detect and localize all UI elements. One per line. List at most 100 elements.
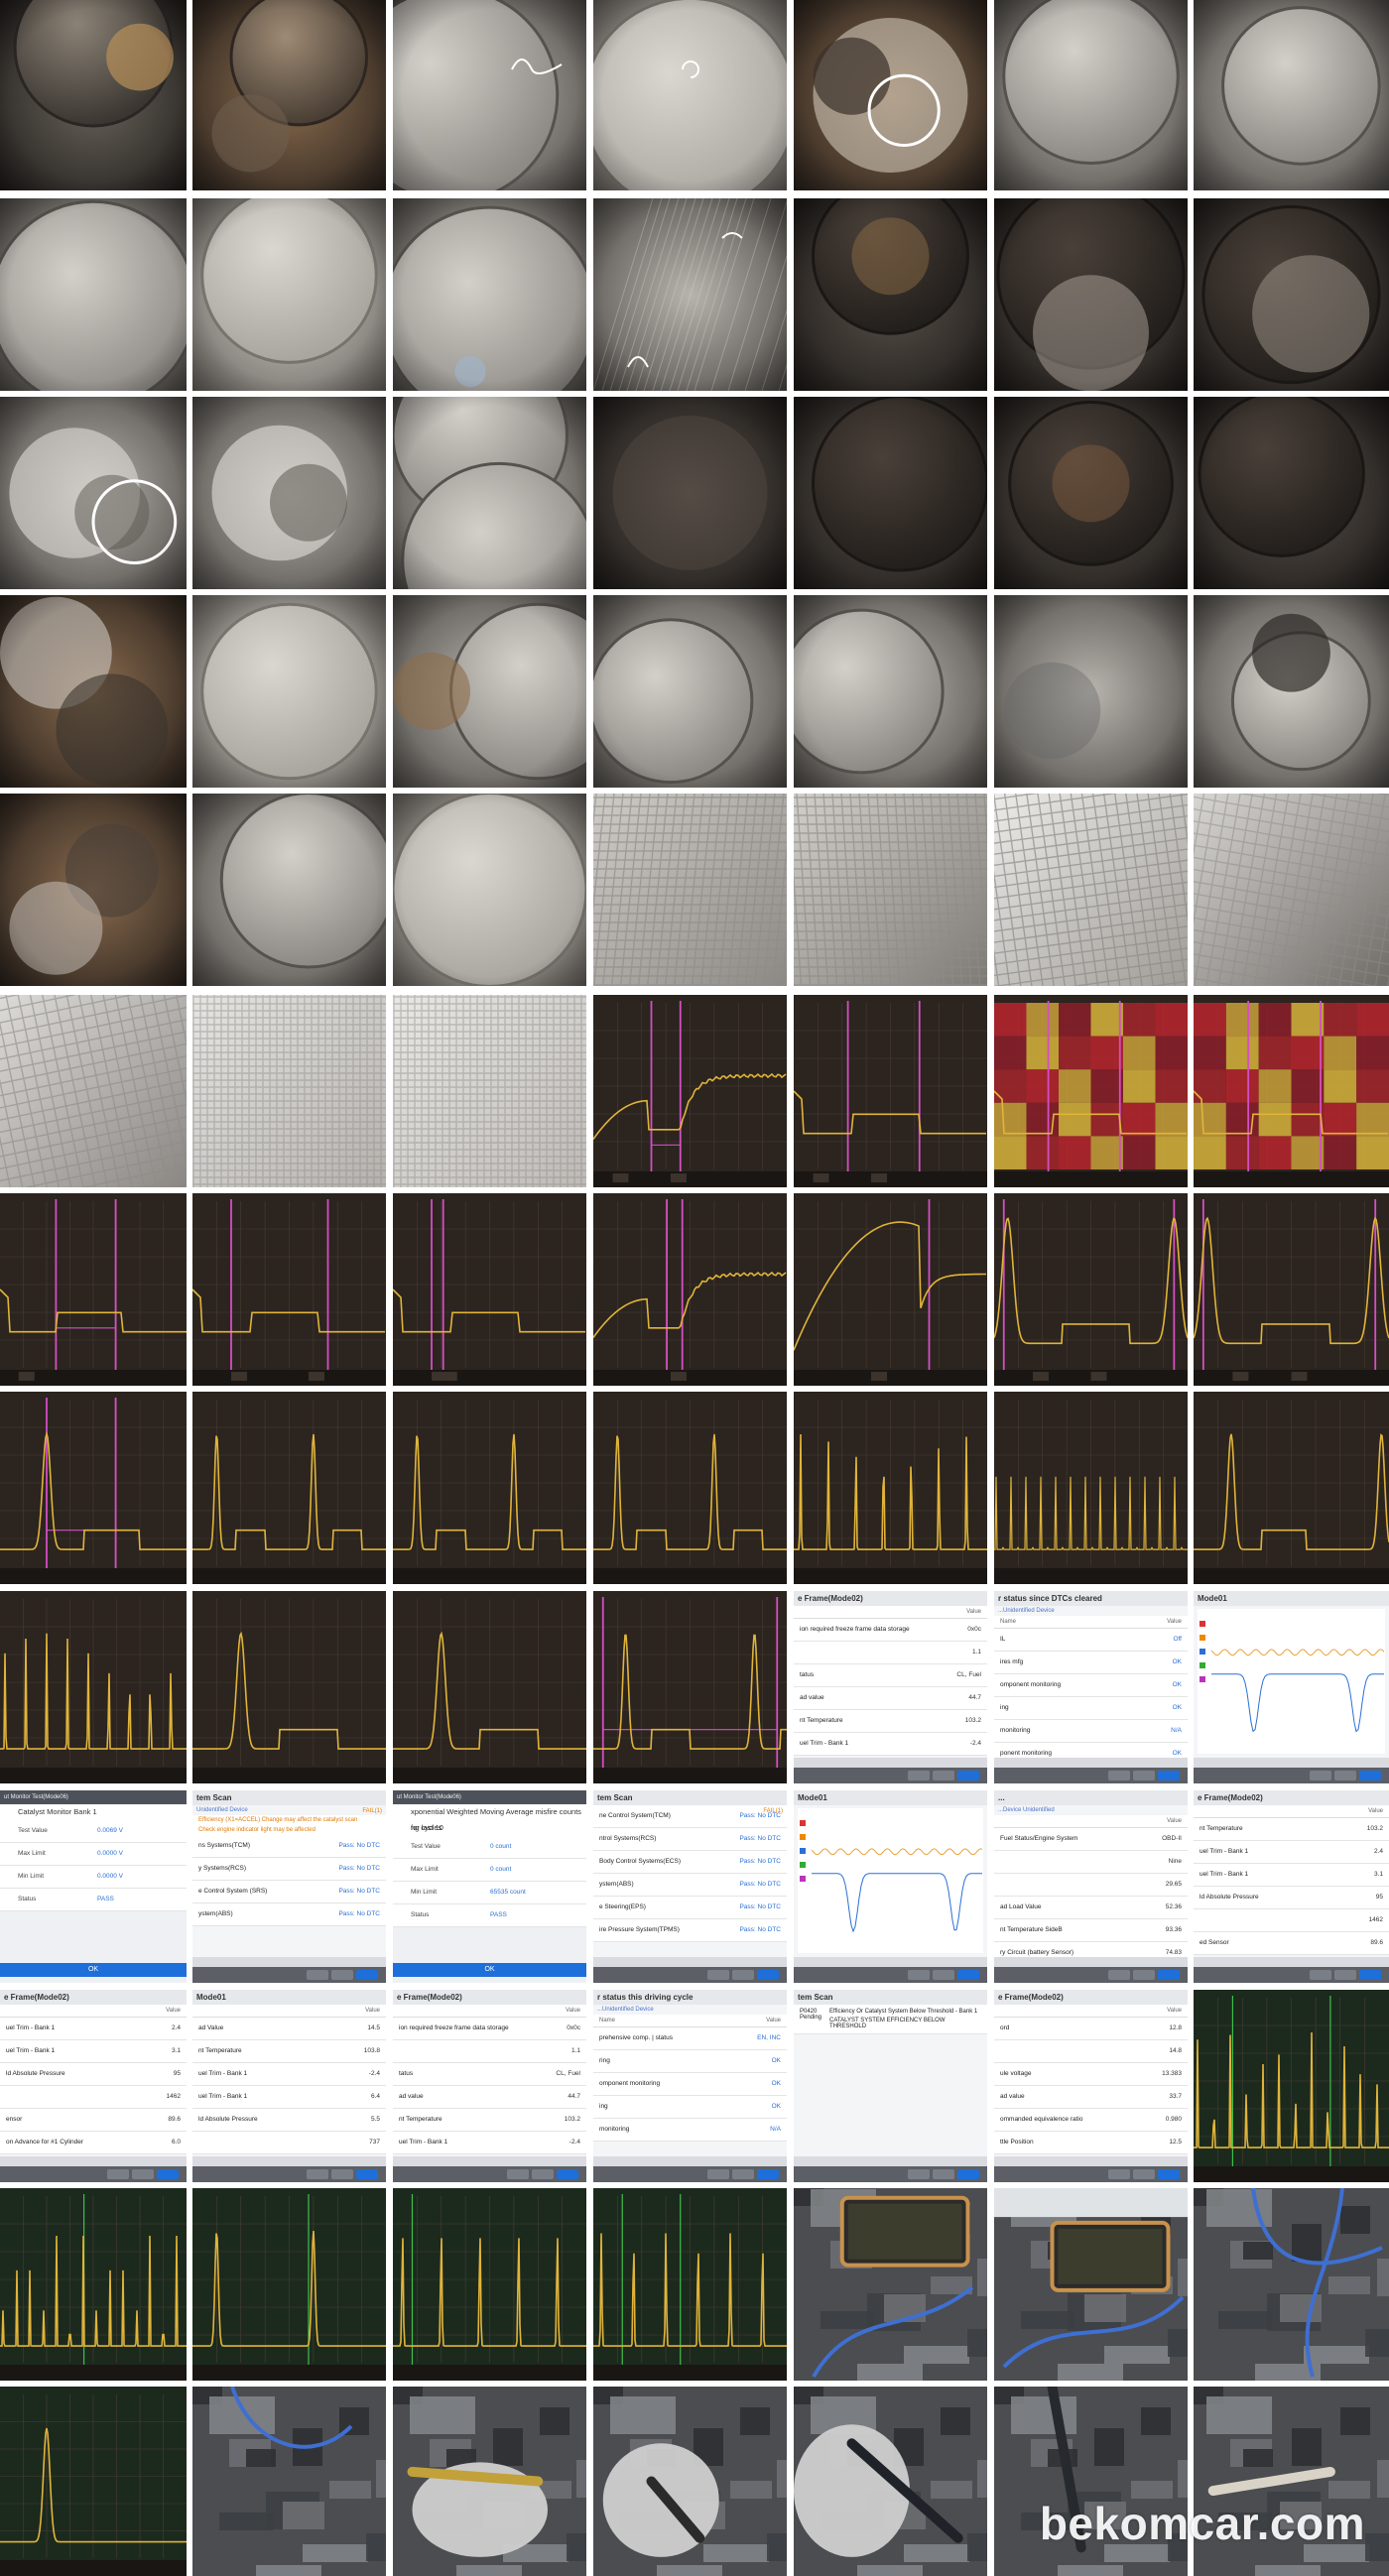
confirm-button[interactable] bbox=[757, 2169, 779, 2179]
table-row[interactable]: ing OK bbox=[994, 1697, 1188, 1720]
table-row[interactable]: ensor 89.6 bbox=[0, 2109, 187, 2132]
table-row[interactable]: 737 bbox=[192, 2132, 386, 2154]
table-row[interactable]: uel Trim - Bank 1 -2.4 bbox=[794, 1733, 987, 1756]
android-nav-bar[interactable] bbox=[794, 1957, 987, 1967]
table-row[interactable]: ing OK bbox=[593, 2096, 787, 2119]
table-row[interactable]: e Control System (SRS) Pass: No DTC bbox=[192, 1881, 386, 1903]
table-row[interactable]: ad value 44.7 bbox=[794, 1687, 987, 1710]
table-row[interactable]: ires mfg OK bbox=[994, 1652, 1188, 1674]
table-row[interactable]: ed Sensor 89.6 bbox=[1194, 1932, 1389, 1955]
table-row[interactable]: ion required freeze frame data storage 0x… bbox=[393, 2018, 586, 2040]
toolbar-button[interactable] bbox=[908, 2169, 930, 2179]
table-row[interactable]: ad Load Value 52.36 bbox=[994, 1897, 1188, 1919]
confirm-button[interactable] bbox=[356, 1970, 378, 1980]
ok-button[interactable]: OK bbox=[0, 1963, 187, 1977]
toolbar-button[interactable] bbox=[331, 2169, 353, 2179]
table-row[interactable]: ld Absolute Pressure 95 bbox=[1194, 1887, 1389, 1909]
confirm-button[interactable] bbox=[1158, 1970, 1180, 1980]
android-nav-bar[interactable] bbox=[794, 1758, 987, 1768]
toolbar-button[interactable] bbox=[331, 1970, 353, 1980]
table-row[interactable]: 1462 bbox=[0, 2086, 187, 2109]
table-row[interactable]: omponent monitoring OK bbox=[994, 1674, 1188, 1697]
confirm-button[interactable] bbox=[356, 2169, 378, 2179]
confirm-button[interactable] bbox=[1359, 1970, 1381, 1980]
toolbar-button[interactable] bbox=[1133, 2169, 1155, 2179]
confirm-button[interactable] bbox=[157, 2169, 179, 2179]
toolbar-button[interactable] bbox=[1334, 1970, 1356, 1980]
table-row[interactable]: 1462 bbox=[1194, 1909, 1389, 1932]
toolbar-button[interactable] bbox=[1334, 1771, 1356, 1780]
table-row[interactable]: uel Trim - Bank 1 6.4 bbox=[192, 2086, 386, 2109]
table-row[interactable]: ne Control System(TCM) Pass: No DTC bbox=[593, 1805, 787, 1828]
android-nav-bar[interactable] bbox=[1194, 1957, 1389, 1967]
table-row[interactable]: ad value 33.7 bbox=[994, 2086, 1188, 2109]
toolbar-button[interactable] bbox=[307, 1970, 328, 1980]
table-row[interactable]: Nine bbox=[994, 1851, 1188, 1874]
table-row[interactable]: monitoring N/A bbox=[593, 2119, 787, 2142]
toolbar-button[interactable] bbox=[307, 2169, 328, 2179]
confirm-button[interactable] bbox=[1359, 1771, 1381, 1780]
table-row[interactable]: on Advance for #1 Cylinder 6.0 bbox=[0, 2132, 187, 2154]
android-nav-bar[interactable] bbox=[593, 1957, 787, 1967]
table-row[interactable]: ns Systems(TCM) Pass: No DTC bbox=[192, 1835, 386, 1858]
table-row[interactable]: ld Absolute Pressure 95 bbox=[0, 2063, 187, 2086]
toolbar-button[interactable] bbox=[707, 1970, 729, 1980]
confirm-button[interactable] bbox=[757, 1970, 779, 1980]
toolbar-button[interactable] bbox=[1133, 1970, 1155, 1980]
toolbar-button[interactable] bbox=[933, 1970, 954, 1980]
toolbar-button[interactable] bbox=[908, 1970, 930, 1980]
toolbar-button[interactable] bbox=[707, 2169, 729, 2179]
table-row[interactable]: nt Temperature SideB 93.36 bbox=[994, 1919, 1188, 1942]
toolbar-button[interactable] bbox=[933, 1771, 954, 1780]
toolbar-button[interactable] bbox=[1133, 1771, 1155, 1780]
table-row[interactable]: uel Trim - Bank 1 2.4 bbox=[1194, 1841, 1389, 1864]
table-row[interactable]: uel Trim - Bank 1 -2.4 bbox=[192, 2063, 386, 2086]
table-row[interactable]: ttle Position 12.5 bbox=[994, 2132, 1188, 2154]
confirm-button[interactable] bbox=[1158, 1771, 1180, 1780]
table-row[interactable]: nt Temperature 103.2 bbox=[1194, 1818, 1389, 1841]
table-row[interactable]: 1.1 bbox=[794, 1642, 987, 1664]
table-row[interactable]: ommanded equivalence ratio 0.980 bbox=[994, 2109, 1188, 2132]
confirm-button[interactable] bbox=[957, 1771, 979, 1780]
toolbar-button[interactable] bbox=[1310, 1970, 1331, 1980]
table-row[interactable]: ord 12.8 bbox=[994, 2018, 1188, 2040]
toolbar-button[interactable] bbox=[732, 1970, 754, 1980]
android-nav-bar[interactable] bbox=[994, 1957, 1188, 1967]
table-row[interactable]: 14.8 bbox=[994, 2040, 1188, 2063]
table-row[interactable]: uel Trim - Bank 1 3.1 bbox=[1194, 1864, 1389, 1887]
ok-button[interactable]: OK bbox=[393, 1963, 586, 1977]
table-row[interactable]: ring OK bbox=[593, 2050, 787, 2073]
android-nav-bar[interactable] bbox=[593, 2156, 787, 2166]
toolbar-button[interactable] bbox=[908, 1771, 930, 1780]
table-row[interactable]: e Steering(EPS) Pass: No DTC bbox=[593, 1897, 787, 1919]
dtc-row[interactable]: P0420 Pending Efficiency Or Catalyst Syste… bbox=[794, 2005, 987, 2034]
toolbar-button[interactable] bbox=[933, 2169, 954, 2179]
table-row[interactable]: monitoring N/A bbox=[994, 1720, 1188, 1743]
table-row[interactable]: tatus CL, Fuel bbox=[794, 1664, 987, 1687]
table-row[interactable]: IL Off bbox=[994, 1629, 1188, 1652]
android-nav-bar[interactable] bbox=[192, 2156, 386, 2166]
toolbar-button[interactable] bbox=[732, 2169, 754, 2179]
android-nav-bar[interactable] bbox=[192, 1957, 386, 1967]
table-row[interactable]: uel Trim - Bank 1 -2.4 bbox=[393, 2132, 586, 2154]
android-nav-bar[interactable] bbox=[794, 2156, 987, 2166]
table-row[interactable]: ld Absolute Pressure 5.5 bbox=[192, 2109, 386, 2132]
toolbar-button[interactable] bbox=[532, 2169, 554, 2179]
table-row[interactable]: uel Trim - Bank 1 2.4 bbox=[0, 2018, 187, 2040]
table-row[interactable]: ystem(ABS) Pass: No DTC bbox=[192, 1903, 386, 1926]
table-row[interactable]: prehensive comp. | status EN, INC bbox=[593, 2027, 787, 2050]
table-row[interactable]: nt Temperature 103.2 bbox=[393, 2109, 586, 2132]
table-row[interactable]: omponent monitoring OK bbox=[593, 2073, 787, 2096]
table-row[interactable]: ntrol Systems(RCS) Pass: No DTC bbox=[593, 1828, 787, 1851]
android-nav-bar[interactable] bbox=[0, 2156, 187, 2166]
table-row[interactable]: nt Temperature 103.8 bbox=[192, 2040, 386, 2063]
android-nav-bar[interactable] bbox=[393, 2156, 586, 2166]
table-row[interactable]: ule voltage 13.383 bbox=[994, 2063, 1188, 2086]
confirm-button[interactable] bbox=[957, 2169, 979, 2179]
table-row[interactable]: 29.65 bbox=[994, 1874, 1188, 1897]
confirm-button[interactable] bbox=[1158, 2169, 1180, 2179]
android-nav-bar[interactable] bbox=[1194, 1758, 1389, 1768]
confirm-button[interactable] bbox=[557, 2169, 578, 2179]
table-row[interactable]: Fuel Status/Engine System OBD-II bbox=[994, 1828, 1188, 1851]
toolbar-button[interactable] bbox=[1108, 2169, 1130, 2179]
